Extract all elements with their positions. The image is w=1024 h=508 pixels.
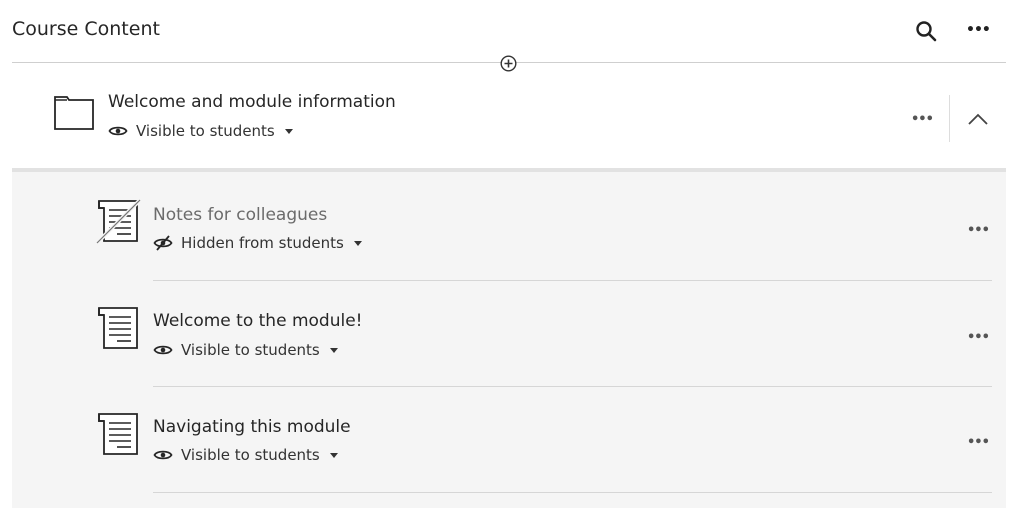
caret-down-icon	[284, 128, 293, 134]
item-more-button[interactable]: •••	[967, 435, 990, 450]
add-content-icon[interactable]	[500, 55, 517, 72]
item-more-button[interactable]: •••	[967, 223, 990, 238]
hidden-document-icon	[95, 198, 141, 244]
module-more-button[interactable]: •••	[911, 112, 934, 127]
item-title[interactable]: Navigating this module	[153, 417, 351, 437]
eye-icon	[153, 345, 173, 355]
search-icon[interactable]	[914, 19, 938, 43]
divider	[153, 280, 992, 281]
visibility-dropdown[interactable]: Hidden from students	[153, 234, 362, 252]
divider	[949, 95, 950, 142]
visibility-dropdown[interactable]: Visible to students	[108, 122, 293, 140]
chevron-up-icon[interactable]	[967, 112, 989, 126]
item-title[interactable]: Welcome to the module!	[153, 311, 362, 331]
more-options-button[interactable]: •••	[966, 22, 991, 38]
page-title: Course Content	[12, 18, 160, 40]
folder-icon	[54, 96, 94, 130]
document-icon	[98, 307, 138, 349]
divider	[153, 386, 992, 387]
eye-icon	[108, 126, 128, 136]
caret-down-icon	[329, 452, 338, 458]
eye-slash-icon	[153, 235, 173, 251]
module-title[interactable]: Welcome and module information	[108, 92, 396, 112]
item-more-button[interactable]: •••	[967, 330, 990, 345]
visibility-label: Visible to students	[181, 341, 320, 359]
caret-down-icon	[329, 347, 338, 353]
visibility-dropdown[interactable]: Visible to students	[153, 341, 338, 359]
divider	[153, 492, 992, 493]
visibility-label: Visible to students	[136, 122, 275, 140]
visibility-label: Hidden from students	[181, 234, 344, 252]
visibility-label: Visible to students	[181, 446, 320, 464]
eye-icon	[153, 450, 173, 460]
item-title[interactable]: Notes for colleagues	[153, 205, 327, 225]
caret-down-icon	[353, 240, 362, 246]
visibility-dropdown[interactable]: Visible to students	[153, 446, 338, 464]
document-icon	[98, 413, 138, 455]
